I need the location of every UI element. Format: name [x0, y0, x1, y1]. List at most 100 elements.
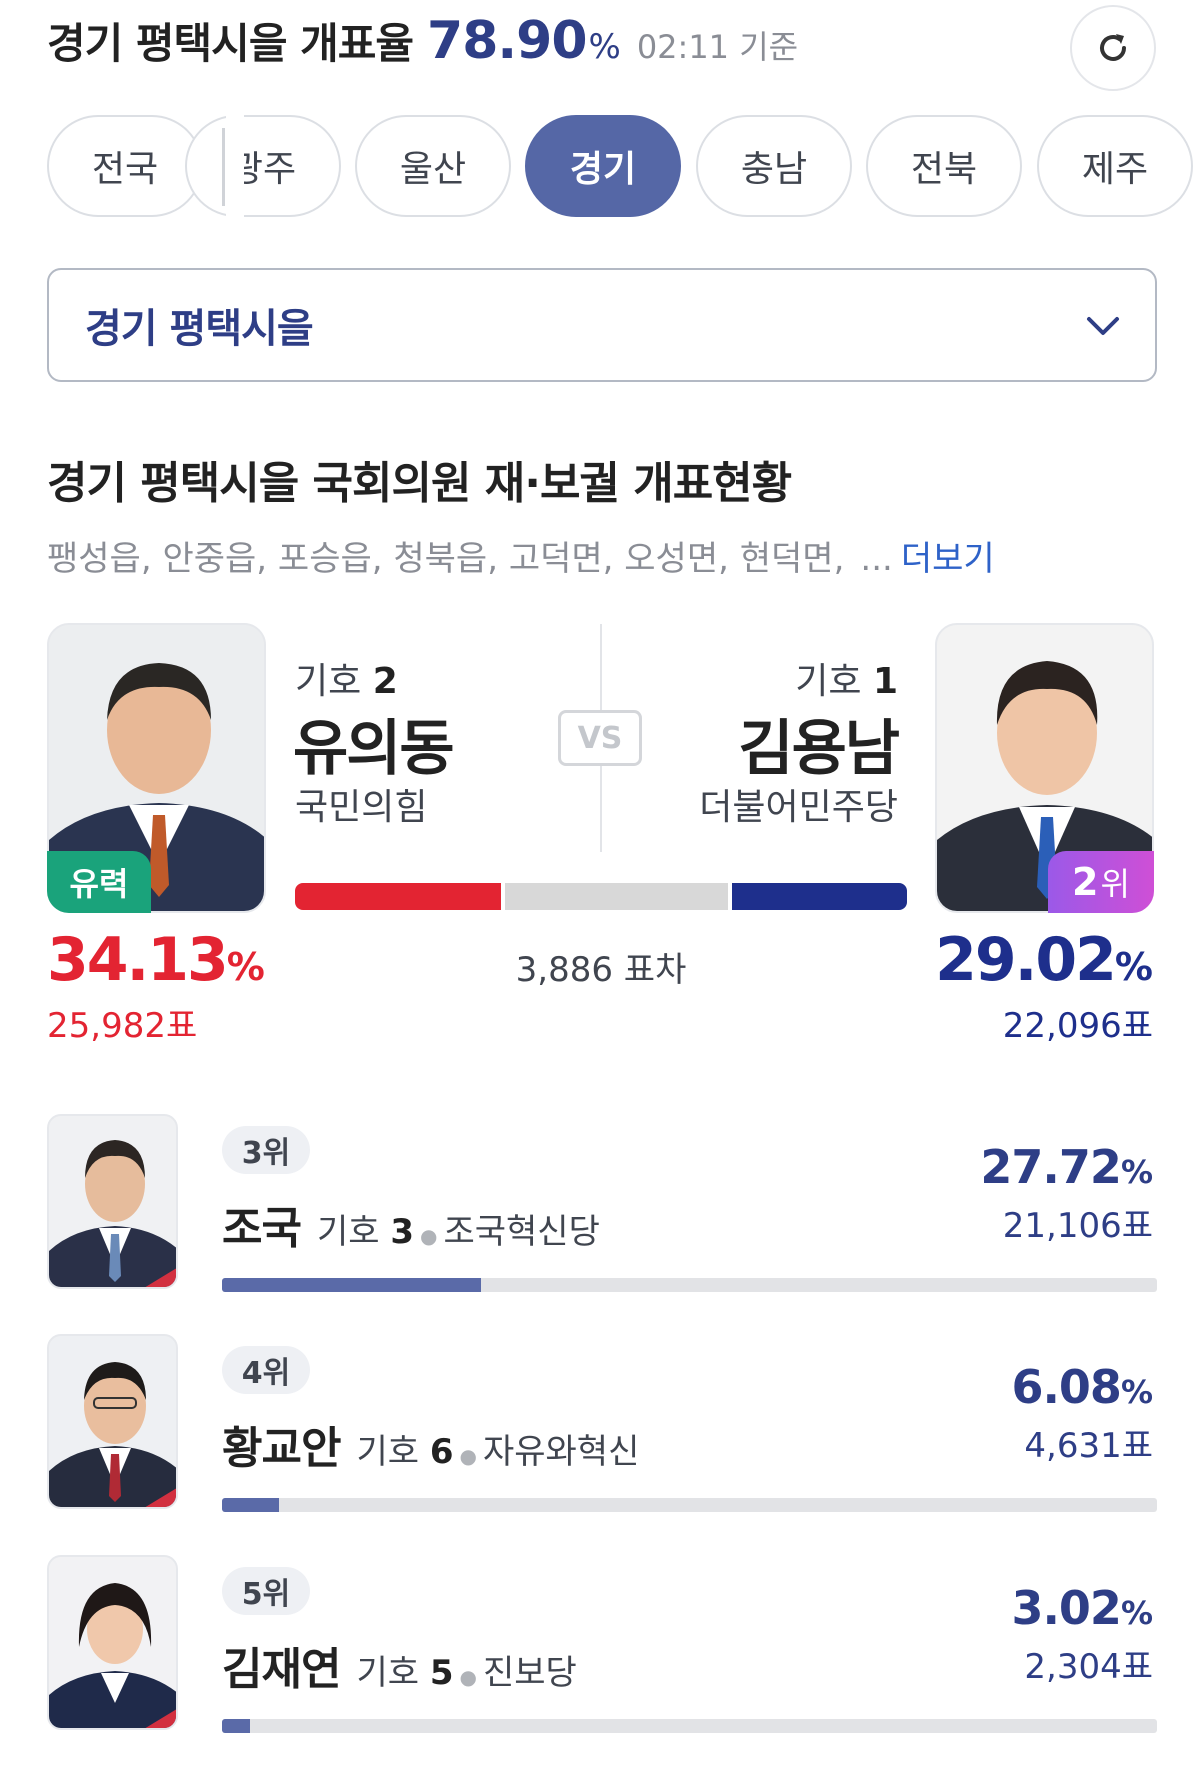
tab-divider	[222, 128, 225, 206]
candidate-percent: 27.72%	[980, 1140, 1153, 1194]
rank-badge: 3위	[222, 1126, 310, 1174]
leader-percent: 34.13%	[47, 925, 265, 995]
count-title: 경기 평택시을 개표율	[47, 19, 414, 68]
region-tabs: 전국 광주 울산 경기 충남 전북 제주	[0, 115, 1200, 217]
rank-badge: 2 위	[1048, 851, 1154, 913]
tab-region[interactable]: 충남	[696, 115, 852, 217]
tab-scroll-fade	[226, 115, 244, 217]
candidate-name: 조국	[222, 1203, 302, 1254]
tab-region[interactable]: 제주	[1037, 115, 1193, 217]
percent-unit: %	[226, 945, 265, 989]
count-rate-unit: %	[588, 27, 621, 67]
district-select[interactable]: 경기 평택시을	[47, 268, 1157, 382]
runner-name: 김용남	[738, 714, 900, 784]
others-share-segment	[505, 883, 728, 910]
leader-share-segment	[295, 883, 502, 910]
candidate-row[interactable]: 3위 조국 기호 3 ● 조국혁신당 27.72% 21,106표	[0, 1114, 1200, 1294]
runner-party: 더불어민주당	[699, 787, 898, 828]
symbol-number: 5	[429, 1653, 454, 1693]
candidate-percent: 3.02%	[1011, 1581, 1153, 1635]
candidate-percent-value: 3.02	[1011, 1581, 1121, 1635]
candidate-symbol: 기호 3	[317, 1204, 414, 1253]
candidate-info: 황교안 기호 6 ● 자유와혁신	[222, 1412, 639, 1476]
district-areas: 팽성읍, 안중읍, 포승읍, 청북읍, 고덕면, 오성면, 현덕면, ... 더…	[47, 531, 995, 580]
share-fill	[222, 1278, 482, 1292]
candidate-percent: 6.08%	[1011, 1360, 1153, 1414]
rank-badge: 5위	[222, 1567, 310, 1615]
rank-badge: 4위	[222, 1346, 310, 1394]
candidate-photo	[47, 1555, 178, 1730]
leader-votes: 25,982표	[47, 1006, 198, 1046]
chevron-down-icon	[1087, 317, 1119, 335]
runner-percent: 29.02%	[935, 925, 1153, 995]
tab-region[interactable]: 광주	[185, 115, 341, 217]
tab-region[interactable]: 전국	[47, 115, 203, 217]
refresh-icon	[1100, 34, 1126, 61]
candidate-photo	[47, 1114, 178, 1289]
candidate-votes: 4,631표	[1024, 1426, 1153, 1466]
symbol-label: 기호	[295, 661, 362, 702]
separator-dot: ●	[420, 1224, 438, 1248]
symbol-number: 1	[872, 661, 898, 702]
symbol-number: 2	[372, 661, 398, 702]
separator-dot: ●	[459, 1665, 477, 1689]
district-areas-text: 팽성읍, 안중읍, 포승읍, 청북읍, 고덕면, 오성면, 현덕면,	[47, 539, 845, 579]
leader-name: 유의동	[293, 714, 455, 784]
count-time: 02:11 기준	[636, 28, 799, 66]
candidate-percent-value: 27.72	[980, 1140, 1122, 1194]
person-portrait-icon	[49, 1116, 176, 1287]
person-portrait-icon	[49, 1557, 176, 1728]
tab-region-active[interactable]: 경기	[525, 115, 681, 217]
separator-dot: ●	[459, 1444, 477, 1468]
candidate-symbol: 기호 5	[356, 1645, 453, 1694]
vs-badge: VS	[558, 710, 642, 766]
runner-votes: 22,096표	[1002, 1006, 1153, 1046]
symbol-number: 6	[429, 1432, 454, 1472]
areas-ellipsis: ...	[860, 539, 893, 579]
rank-number: 2	[1072, 860, 1099, 904]
leader-party: 국민의힘	[295, 787, 428, 828]
count-header: 경기 평택시을 개표율 78.90 % 02:11 기준	[47, 10, 798, 80]
leader-percent-value: 34.13	[47, 925, 229, 995]
lead-badge: 유력	[47, 851, 151, 913]
symbol-label: 기호	[795, 661, 862, 702]
runner-symbol: 기호 1	[795, 652, 898, 704]
district-select-value: 경기 평택시을	[85, 306, 314, 352]
candidate-votes: 2,304표	[1024, 1647, 1153, 1687]
percent-unit: %	[1120, 1594, 1153, 1632]
symbol-number: 3	[390, 1212, 415, 1252]
share-track	[222, 1719, 1157, 1733]
percent-unit: %	[1120, 1373, 1153, 1411]
share-track	[222, 1498, 1157, 1512]
vote-difference: 3,886 표차	[515, 950, 687, 990]
rank-unit: 위	[1100, 865, 1130, 903]
count-rate: 78.90	[427, 11, 587, 71]
candidate-row[interactable]: 4위 황교안 기호 6 ● 자유와혁신 6.08% 4,631표	[0, 1334, 1200, 1514]
symbol-label: 기호	[316, 1212, 380, 1252]
share-fill	[222, 1498, 279, 1512]
share-track	[222, 1278, 1157, 1292]
candidate-photo	[47, 1334, 178, 1509]
vote-share-bar	[295, 883, 907, 910]
candidate-info: 김재연 기호 5 ● 진보당	[222, 1633, 577, 1697]
candidate-name: 황교안	[222, 1423, 341, 1474]
candidate-info: 조국 기호 3 ● 조국혁신당	[222, 1192, 600, 1256]
candidate-row[interactable]: 5위 김재연 기호 5 ● 진보당 3.02% 2,304표	[0, 1555, 1200, 1735]
candidate-votes: 21,106표	[1002, 1206, 1153, 1246]
leader-symbol: 기호 2	[295, 652, 398, 704]
percent-unit: %	[1114, 945, 1153, 989]
refresh-button[interactable]	[1070, 5, 1156, 91]
tab-region[interactable]: 전북	[866, 115, 1022, 217]
candidate-name: 김재연	[222, 1644, 341, 1695]
candidate-party: 조국혁신당	[443, 1212, 600, 1252]
tab-region[interactable]: 울산	[355, 115, 511, 217]
candidate-party: 진보당	[482, 1653, 577, 1693]
candidate-percent-value: 6.08	[1011, 1360, 1121, 1414]
runner-share-segment	[731, 883, 907, 910]
symbol-label: 기호	[356, 1432, 420, 1472]
share-fill	[222, 1719, 251, 1733]
more-link[interactable]: 더보기	[901, 531, 995, 580]
candidate-party: 자유와혁신	[482, 1432, 640, 1472]
percent-unit: %	[1120, 1153, 1153, 1191]
section-title: 경기 평택시을 국회의원 재·보궐 개표현황	[47, 458, 792, 509]
